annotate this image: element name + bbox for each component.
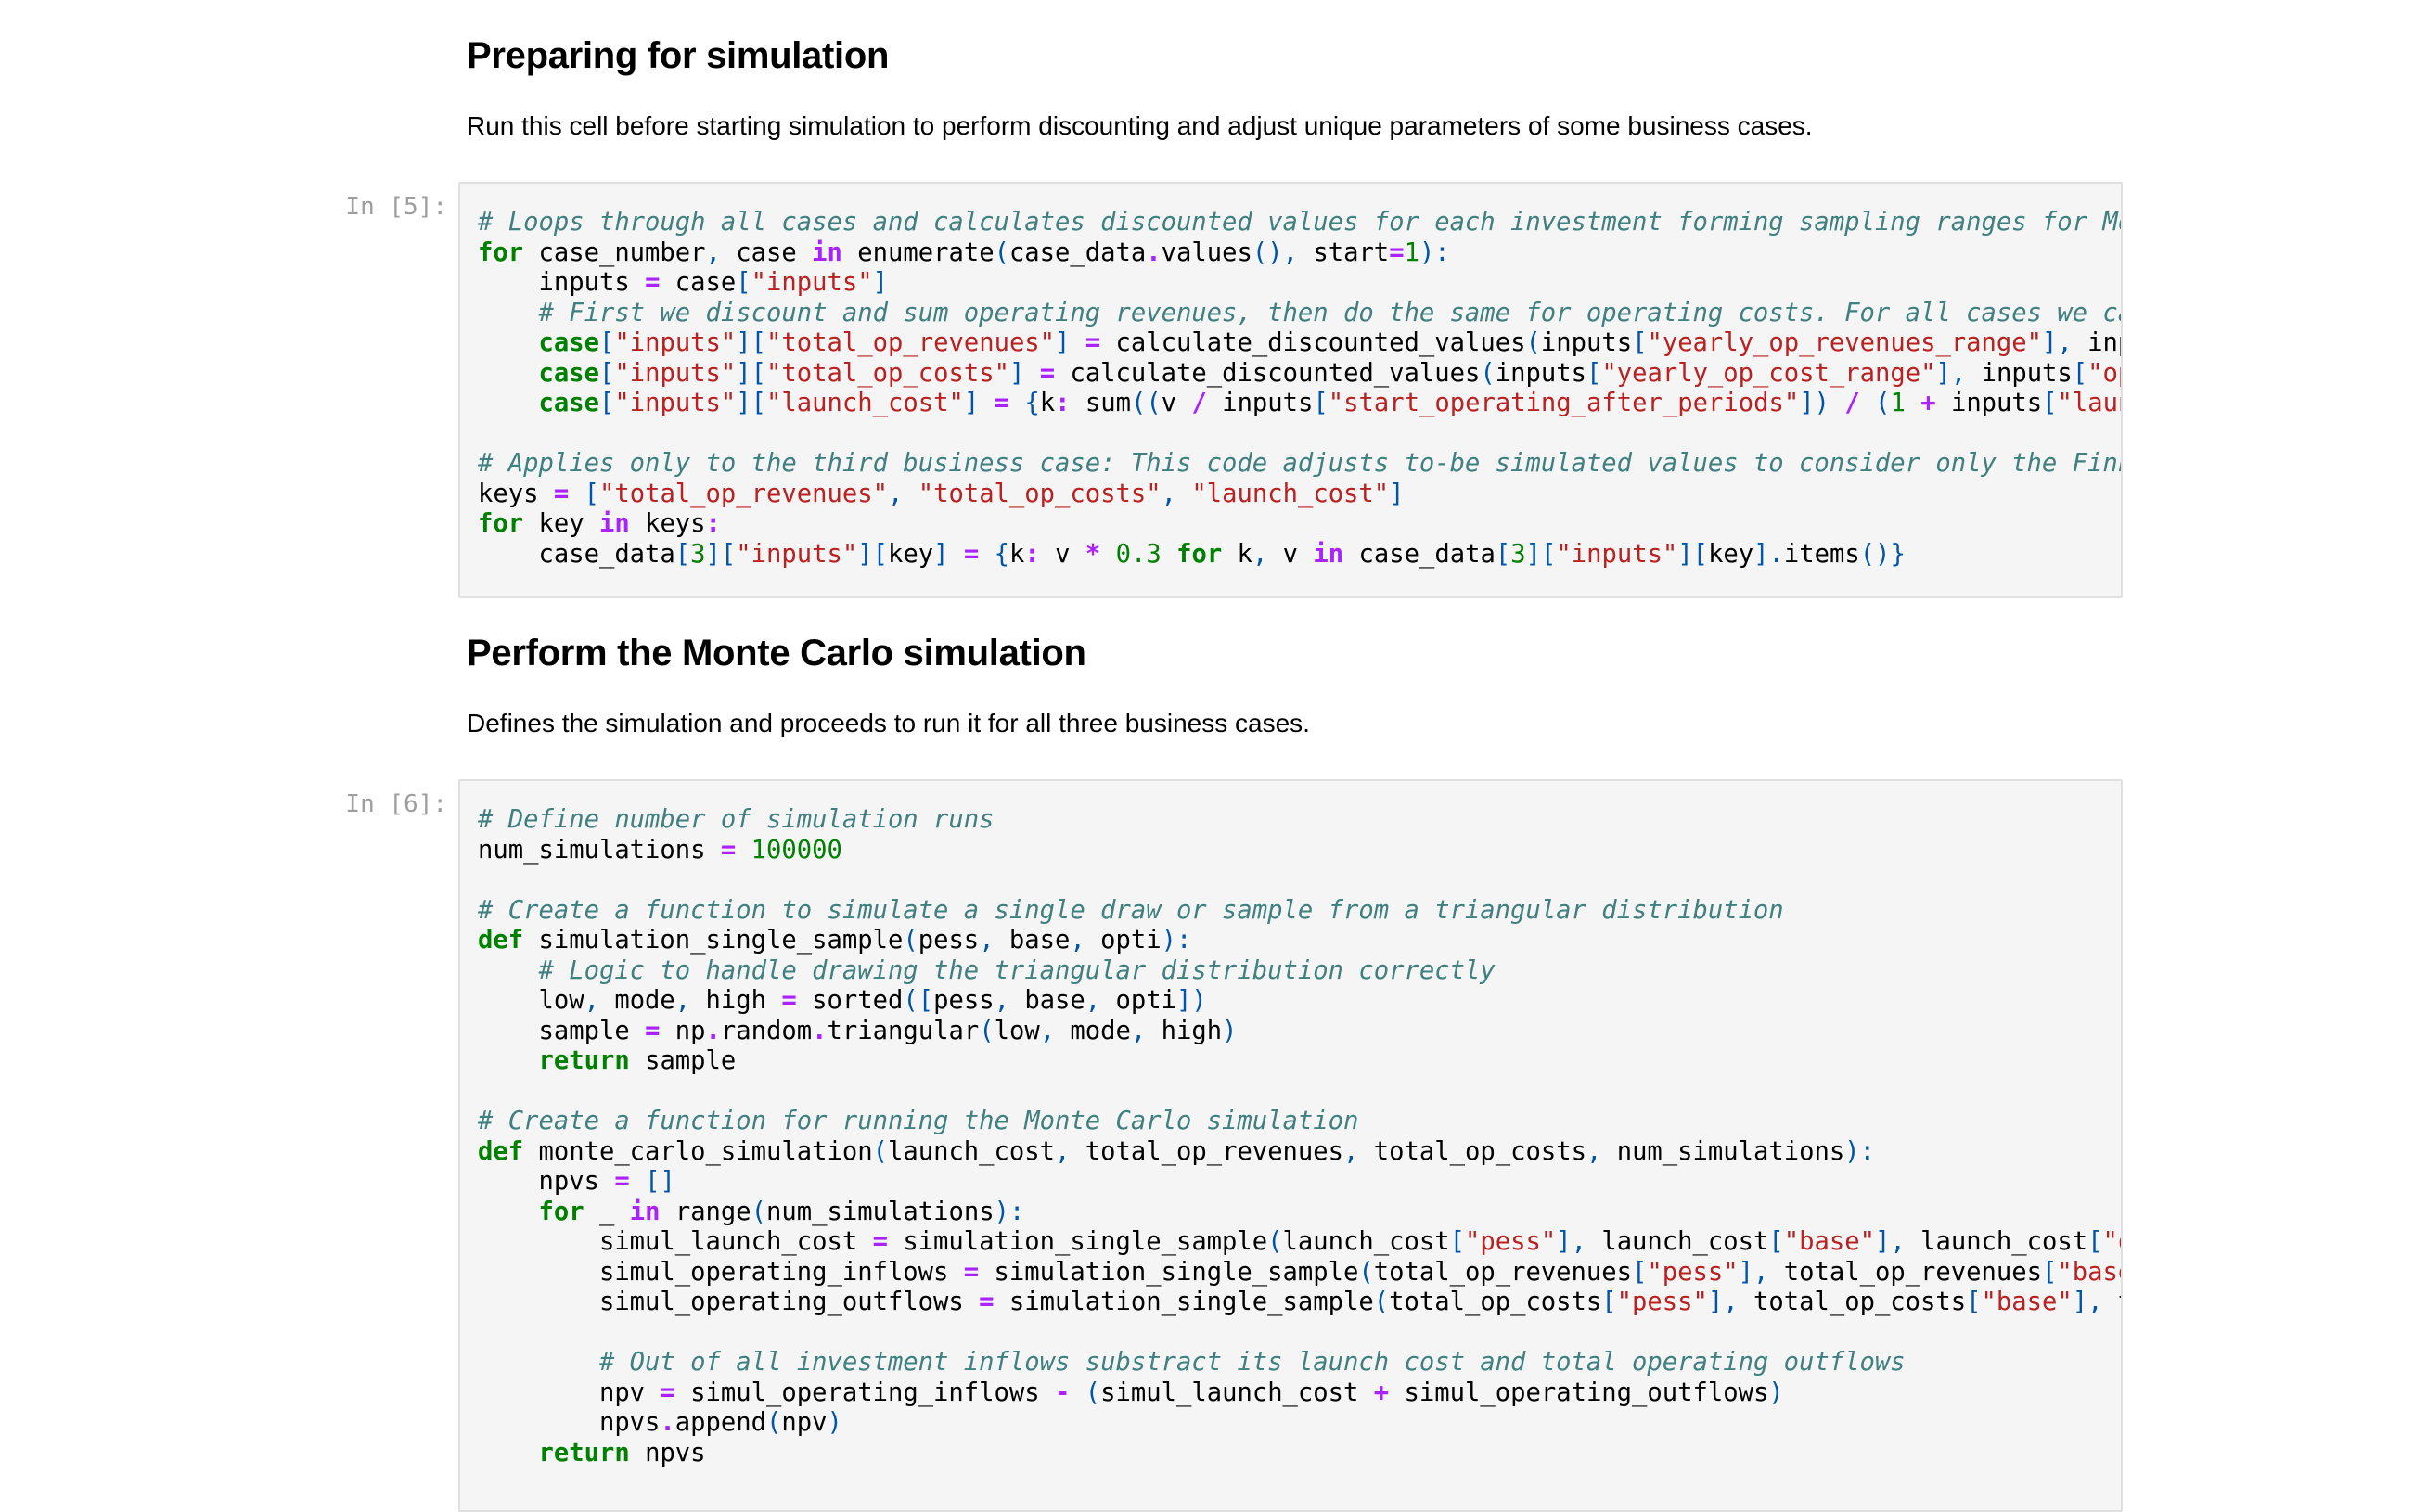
- code-line: def monte_carlo_simulation(launch_cost, …: [478, 1136, 1875, 1166]
- code-line: for case_number, case in enumerate(case_…: [478, 237, 1450, 267]
- code-line: # Loops through all cases and calculates…: [478, 208, 2123, 237]
- code-line: def simulation_single_sample(pess, base,…: [478, 926, 1192, 955]
- code-line: # Define number of simulation runs: [478, 805, 995, 834]
- code-line: return npvs: [538, 1438, 706, 1467]
- section-description-monte-carlo: Defines the simulation and proceeds to r…: [467, 709, 1310, 737]
- code-line: # Applies only to the third business cas…: [478, 449, 2123, 478]
- code-line: case["inputs"]["total_op_costs"] = calcu…: [538, 358, 2121, 388]
- code-line: sample = np.random.triangular(low, mode,…: [478, 1016, 1238, 1045]
- code-line: case["inputs"]["total_op_revenues"] = ca…: [538, 328, 2121, 357]
- code-line: return sample: [538, 1046, 737, 1075]
- section-heading-preparing: Preparing for simulation: [467, 35, 890, 76]
- code-line: npvs = []: [478, 1167, 675, 1196]
- cell-prompt-6: In [6]:: [345, 790, 447, 818]
- code-line: for _ in range(num_simulations):: [538, 1197, 1025, 1226]
- code-line: inputs = case["inputs"]: [478, 268, 888, 297]
- code-editor-5[interactable]: # Loops through all cases and calculates…: [460, 184, 2121, 570]
- code-line: case_data[3]["inputs"][key] = {k: v * 0.…: [478, 539, 1906, 569]
- code-line: num_simulations = 100000: [478, 835, 842, 865]
- code-line: npv = simul_operating_inflows - (simul_l…: [478, 1377, 1784, 1407]
- markdown-cell-preparing-description[interactable]: Run this cell before starting simulation…: [467, 111, 2118, 141]
- code-cell-6[interactable]: # Define number of simulation runs num_s…: [458, 779, 2123, 1512]
- markdown-cell-monte-carlo-description[interactable]: Defines the simulation and proceeds to r…: [467, 709, 2118, 738]
- code-line: # First we discount and sum operating re…: [478, 298, 2123, 327]
- section-description-preparing: Run this cell before starting simulation…: [467, 111, 1813, 140]
- markdown-cell-monte-carlo[interactable]: Perform the Monte Carlo simulation: [467, 633, 2118, 674]
- code-line: # Create a function for running the Mont…: [478, 1107, 1359, 1135]
- section-heading-monte-carlo: Perform the Monte Carlo simulation: [467, 633, 1086, 673]
- code-cell-5[interactable]: # Loops through all cases and calculates…: [458, 182, 2123, 598]
- markdown-cell-preparing[interactable]: Preparing for simulation: [467, 35, 2118, 77]
- code-line: # Create a function to simulate a single…: [478, 895, 1784, 925]
- code-line: for key in keys:: [478, 509, 721, 538]
- cell-prompt-5: In [5]:: [345, 193, 447, 221]
- code-line: # Logic to handle drawing the triangular…: [478, 955, 1496, 985]
- code-line: simul_launch_cost = simulation_single_sa…: [478, 1227, 2121, 1256]
- code-line: low, mode, high = sorted([pess, base, op…: [478, 986, 1207, 1015]
- code-line: # Out of all investment inflows substrac…: [478, 1348, 1906, 1377]
- code-line: npvs.append(npv): [478, 1408, 842, 1437]
- code-editor-6[interactable]: # Define number of simulation runs num_s…: [460, 781, 2121, 1468]
- code-line: simul_operating_inflows = simulation_sin…: [478, 1257, 2121, 1287]
- code-line: simul_operating_outflows = simulation_si…: [478, 1288, 2121, 1316]
- code-line: keys = ["total_op_revenues", "total_op_c…: [478, 479, 1405, 508]
- code-line: case["inputs"]["launch_cost"] = {k: sum(…: [538, 389, 2121, 417]
